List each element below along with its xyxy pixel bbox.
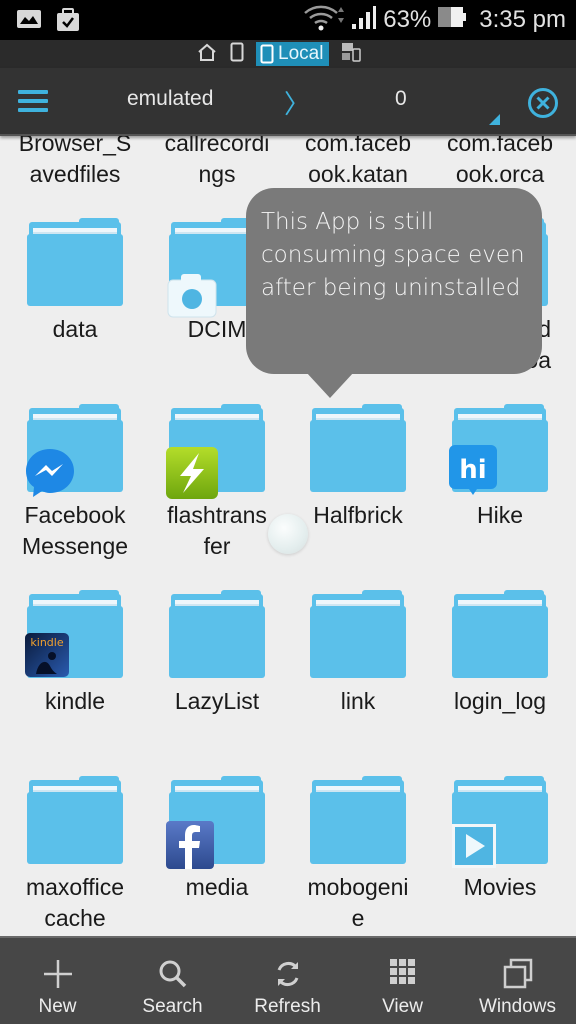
plus-icon [42,958,74,995]
folder-icon [310,590,406,678]
folder-icon [27,776,123,864]
folder-label: flashtrans fer [167,502,267,559]
close-circle-icon[interactable] [527,87,559,124]
folder-item[interactable]: Movies [429,776,571,936]
bottom-action-bar: New Search Refresh View Windows [0,936,576,1024]
refresh-button[interactable]: Refresh [230,938,345,1024]
folder-label: callrecordi ngs [164,136,270,187]
folder-label: com.faceb ook.orca [446,136,554,187]
folder-icon [169,590,265,678]
folder-item[interactable]: hi Hike [429,404,571,584]
svg-text:hi: hi [459,455,486,485]
network-icon[interactable] [341,42,362,67]
folder-label: data [52,316,98,342]
location-bar: Local [0,40,576,68]
annotation-bubble-tail [306,372,354,398]
play-icon [452,824,496,873]
folder-label: Hike [476,502,523,528]
folder-label: link [340,688,376,714]
windows-button[interactable]: Windows [460,938,575,1024]
folder-label: media [185,874,249,900]
path-segment-emulated[interactable]: emulated [127,87,213,111]
folder-icon [27,218,123,306]
folder-label: kindle [44,688,106,714]
folder-label: com.faceb ook.katan [304,136,412,187]
folder-label: maxoffice cache [25,874,124,931]
facebook-icon [165,820,215,875]
new-button[interactable]: New [0,938,115,1024]
hamburger-icon[interactable] [18,90,48,114]
task-check-icon [56,8,80,37]
folder-label: LazyList [174,688,260,714]
path-separator-icon: 〉 [284,89,311,119]
view-label: View [382,996,423,1017]
phone-icon[interactable] [230,42,244,67]
path-dropdown-icon[interactable] [489,114,500,125]
view-button[interactable]: View [345,938,460,1024]
flash-transfer-icon [165,446,219,505]
windows-label: Windows [478,996,557,1017]
folder-icon [310,404,406,492]
path-toolbar: emulated 〉 0 [0,68,576,136]
home-icon[interactable] [196,42,218,67]
folder-label: Facebook Messenge [21,502,129,559]
folder-item[interactable]: mobogeni e [287,776,429,936]
folder-item[interactable]: login_log [429,590,571,770]
touch-indicator [268,514,308,554]
battery-icon [437,6,467,35]
hike-icon: hi [448,444,498,501]
kindle-icon: kindle [24,632,70,683]
folder-item[interactable]: Halfbrick [287,404,429,584]
windows-icon [502,958,534,995]
battery-percent: 63% [383,6,432,33]
folder-label: Halfbrick [313,502,403,528]
folder-item[interactable]: Facebook Messenge [4,404,146,584]
folder-item[interactable]: Browser_S avedfiles [4,136,146,212]
local-tab[interactable]: Local [256,42,330,66]
annotation-text: This App is still consuming space even a… [261,209,525,301]
folder-label: login_log [453,688,547,714]
refresh-icon [272,958,304,995]
folder-item[interactable]: link [287,590,429,770]
status-bar: 63% 3:35 pm [0,0,576,40]
folder-label: Browser_S avedfiles [18,136,132,187]
folder-item[interactable]: maxoffice cache [4,776,146,936]
folder-icon [310,776,406,864]
gallery-icon [16,8,42,37]
path-segment-0[interactable]: 0 [395,87,407,111]
search-button[interactable]: Search [115,938,230,1024]
local-label: Local [278,43,324,64]
wifi-icon [303,3,345,38]
phone-icon [260,44,274,64]
search-label: Search [142,996,203,1017]
annotation-bubble: This App is still consuming space even a… [246,188,542,374]
folder-icon [452,590,548,678]
folder-label: Movies [463,874,537,900]
messenger-icon [23,446,77,505]
folder-item[interactable]: LazyList [146,590,288,770]
folder-label: mobogeni e [307,874,409,931]
svg-text:kindle: kindle [30,636,63,649]
grid-view-icon [389,958,417,991]
folder-item[interactable]: flashtrans fer [146,404,288,584]
folder-item[interactable]: media [146,776,288,936]
search-icon [157,958,189,995]
refresh-label: Refresh [254,996,321,1017]
clock: 3:35 pm [479,6,566,33]
signal-icon [351,4,377,37]
folder-item[interactable]: data [4,218,146,398]
folder-item[interactable]: kindle kindle [4,590,146,770]
new-label: New [38,996,77,1017]
